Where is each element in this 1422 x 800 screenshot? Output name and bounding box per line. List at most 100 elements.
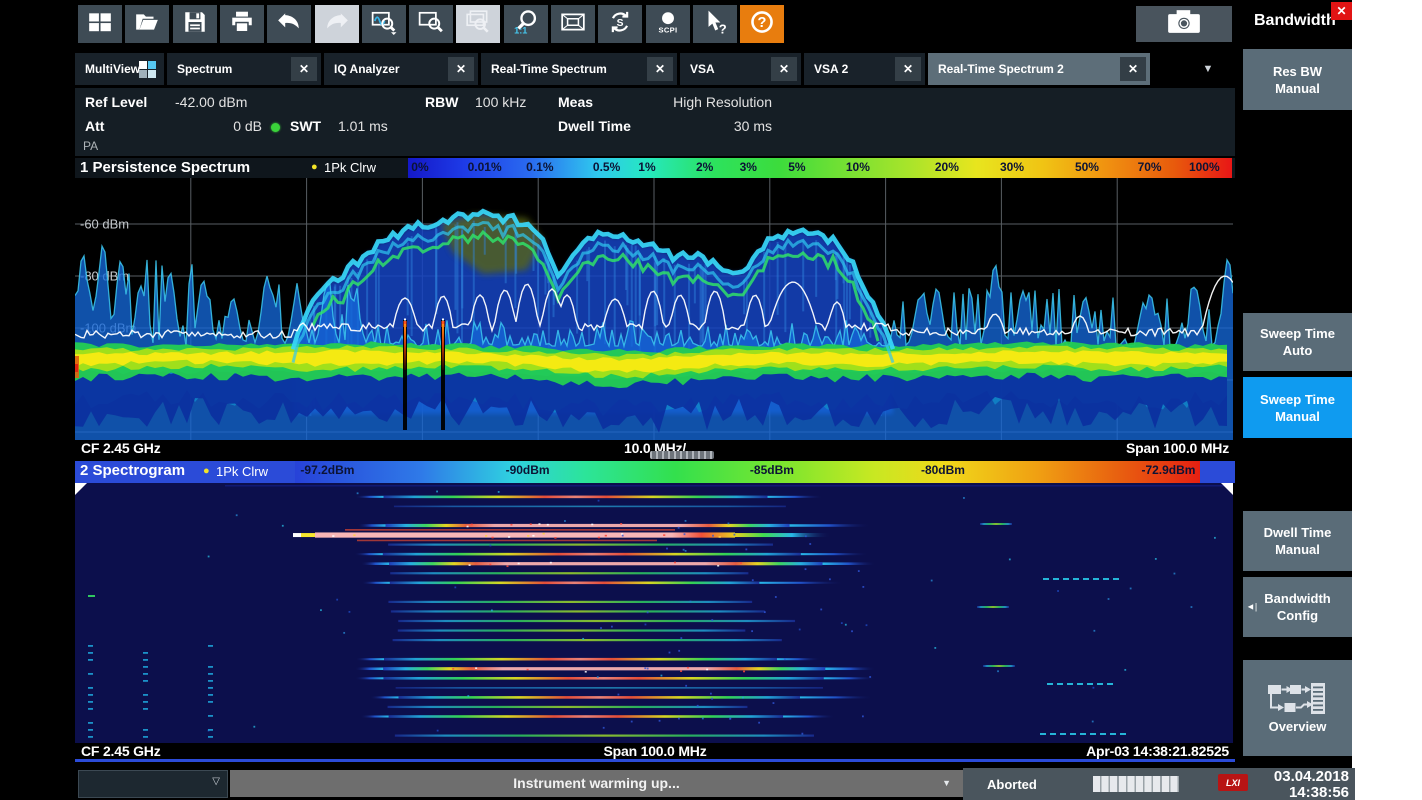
- toolbar-button-context-help[interactable]: ?: [693, 5, 737, 43]
- sweep-state-label: Aborted: [987, 777, 1037, 792]
- persistence-color-scale: 0%0.01%0.1%0.5%1%2%3%5%10%20%30%50%70%10…: [408, 158, 1232, 178]
- tab-close-real-time-spectrum[interactable]: ✕: [647, 57, 673, 81]
- toolbar-button-auto-refresh[interactable]: S: [598, 5, 642, 43]
- swt-label[interactable]: SWT: [290, 118, 321, 134]
- ref-level-label[interactable]: Ref Level: [85, 94, 147, 110]
- toolbar-button-print[interactable]: [220, 5, 264, 43]
- persistence-scale-tick: 2%: [696, 160, 713, 174]
- toolbar-button-multi-window-zoom: [456, 5, 500, 43]
- persistence-scale-tick: 30%: [1000, 160, 1024, 174]
- toolbar-button-windows[interactable]: [78, 5, 122, 43]
- active-window-border: [75, 759, 1235, 762]
- persistence-trace-label[interactable]: 1Pk Clrw: [324, 160, 376, 175]
- toolbar-button-redo: [315, 5, 359, 43]
- toolbar-button-zoom-signal[interactable]: [362, 5, 406, 43]
- chevron-down-icon: ▽: [212, 776, 220, 787]
- tab-vsa-2[interactable]: VSA 2✕: [804, 53, 925, 85]
- tab-overflow-button[interactable]: ▼: [1182, 53, 1234, 85]
- zoom-signal-icon: [371, 9, 397, 40]
- persistence-cf: CF 2.45 GHz: [81, 440, 161, 456]
- svg-text:S: S: [617, 17, 624, 28]
- chevron-down-icon: ▼: [942, 770, 951, 797]
- spectrogram-scale-tick: -72.9dBm: [1141, 463, 1195, 477]
- persistence-spectrum-plot[interactable]: -60 dBm-80 dBm-100 dBm: [75, 178, 1233, 440]
- spectrogram-scale-tick: -85dBm: [750, 463, 794, 477]
- softkey-sweep-time-manual[interactable]: Sweep Time Manual: [1243, 377, 1352, 438]
- spectrogram-scale-tick: -80dBm: [921, 463, 965, 477]
- dwell-time-label[interactable]: Dwell Time: [558, 118, 631, 134]
- persistence-scale-tick: 0.01%: [468, 160, 502, 174]
- tab-real-time-spectrum-2[interactable]: Real-Time Spectrum 2 ✕: [928, 53, 1150, 85]
- toolbar-button-zoom-1to1[interactable]: 1:1: [504, 5, 548, 43]
- spectrogram-trace-label[interactable]: 1Pk Clrw: [216, 464, 268, 479]
- att-label[interactable]: Att: [85, 118, 104, 134]
- spectrogram-window-header[interactable]: 2 Spectrogram ● 1Pk Clrw -97.2dBm-90dBm-…: [75, 461, 1235, 483]
- tab-real-time-spectrum[interactable]: Real-Time Spectrum ✕: [481, 53, 677, 85]
- status-message: Instrument warming up...: [513, 775, 679, 791]
- tab-close-iq-analyzer[interactable]: ✕: [448, 57, 474, 81]
- print-icon: [229, 9, 255, 40]
- toolbar-button-scpi-recorder[interactable]: SCPI: [646, 5, 690, 43]
- persistence-scale-tick: 0.1%: [526, 160, 553, 174]
- swt-value[interactable]: 1.01 ms: [338, 118, 388, 134]
- softkey-sweep-time-auto[interactable]: Sweep Time Auto: [1243, 313, 1352, 371]
- status-message-bar[interactable]: Instrument warming up... ▼: [230, 770, 963, 797]
- softkey-label: Dwell Time Manual: [1249, 524, 1346, 558]
- persistence-window-header[interactable]: 1 Persistence Spectrum ● 1Pk Clrw 0%0.01…: [75, 158, 1235, 178]
- tab-close-spectrum[interactable]: ✕: [291, 57, 317, 81]
- windows-icon: [87, 9, 113, 40]
- tab-label: Real-Time Spectrum: [491, 62, 607, 76]
- att-value[interactable]: 0 dB: [180, 118, 262, 134]
- time-label: 14:38:56: [1249, 785, 1349, 800]
- tab-label: Real-Time Spectrum 2: [938, 62, 1064, 76]
- softkey-res-bw-manual[interactable]: Res BW Manual: [1243, 49, 1352, 110]
- softkey-dwell-time-manual[interactable]: Dwell Time Manual: [1243, 511, 1352, 571]
- pa-indicator: PA: [83, 139, 98, 153]
- tab-iq-analyzer[interactable]: IQ Analyzer✕: [324, 53, 478, 85]
- window-splitter-handle[interactable]: [650, 451, 714, 459]
- svg-text:?: ?: [758, 15, 767, 31]
- meas-label[interactable]: Meas: [558, 94, 593, 110]
- status-selector-dropdown[interactable]: ▽: [78, 770, 228, 798]
- screenshot-button[interactable]: [1136, 6, 1232, 42]
- tab-multiview[interactable]: MultiView: [75, 53, 164, 85]
- screen-right-margin: [1352, 0, 1422, 800]
- toolbar-button-fit-window[interactable]: [551, 5, 595, 43]
- y-axis-label: -60 dBm: [80, 217, 129, 232]
- toolbar-button-open-file[interactable]: [125, 5, 169, 43]
- tab-label: MultiView: [85, 62, 140, 76]
- softkey-label: Sweep Time Manual: [1249, 391, 1346, 425]
- rbw-label[interactable]: RBW: [425, 94, 458, 110]
- trace-dot-icon: ●: [203, 465, 210, 477]
- meas-value[interactable]: High Resolution: [595, 94, 772, 110]
- tab-spectrum[interactable]: Spectrum✕: [167, 53, 321, 85]
- spectrogram-plot[interactable]: [75, 483, 1233, 743]
- toolbar-button-help[interactable]: ?: [740, 5, 784, 43]
- trace-dot-icon: ●: [311, 161, 318, 173]
- redo-icon: [324, 9, 350, 40]
- softkey-bandwidth-config[interactable]: Bandwidth Config◄|: [1243, 577, 1352, 637]
- svg-text:1:1: 1:1: [514, 25, 527, 35]
- softkey-label: Res BW Manual: [1249, 63, 1346, 97]
- ref-level-value[interactable]: -42.00 dBm: [175, 94, 247, 110]
- persistence-title: 1 Persistence Spectrum: [80, 159, 250, 176]
- toolbar-button-undo[interactable]: [267, 5, 311, 43]
- rbw-value[interactable]: 100 kHz: [475, 94, 526, 110]
- dwell-time-value[interactable]: 30 ms: [675, 118, 772, 134]
- date-label: 03.04.2018: [1249, 769, 1349, 785]
- persistence-scale-tick: 100%: [1189, 160, 1220, 174]
- persistence-scale-tick: 20%: [935, 160, 959, 174]
- close-menu-button[interactable]: ✕: [1331, 2, 1352, 20]
- tab-close-vsa[interactable]: ✕: [771, 57, 797, 81]
- persistence-scale-tick: 5%: [788, 160, 805, 174]
- submenu-arrow-icon: ◄|: [1246, 599, 1257, 616]
- tab-label: VSA: [690, 62, 715, 76]
- persistence-scale-tick: 1%: [638, 160, 655, 174]
- softkey-overview[interactable]: Overview: [1243, 660, 1352, 756]
- tab-close-real-time-spectrum-2[interactable]: ✕: [1120, 57, 1146, 81]
- tab-vsa[interactable]: VSA ✕: [680, 53, 801, 85]
- tab-close-vsa-2[interactable]: ✕: [895, 57, 921, 81]
- toolbar-button-save[interactable]: [173, 5, 217, 43]
- spectrogram-scale-tick: -97.2dBm: [300, 463, 354, 477]
- toolbar-button-zoom-area[interactable]: [409, 5, 453, 43]
